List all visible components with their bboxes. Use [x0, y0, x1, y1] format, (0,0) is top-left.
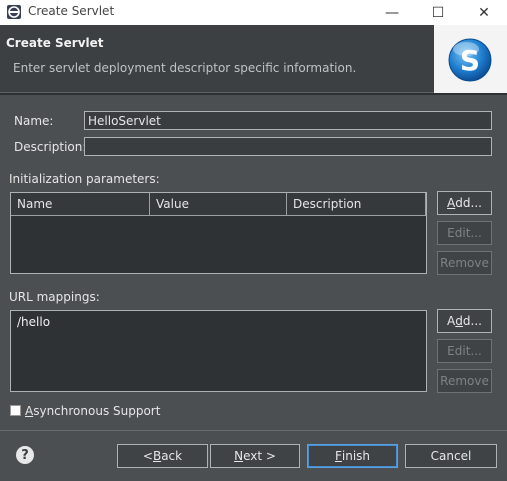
init-params-label: Initialization parameters:: [9, 172, 160, 186]
wizard-banner: Create Servlet Enter servlet deployment …: [0, 25, 507, 95]
help-icon[interactable]: ?: [16, 446, 34, 464]
banner-separator: [0, 93, 507, 95]
url-edit-button[interactable]: Edit...: [437, 339, 492, 363]
init-add-label-post: dd...: [455, 196, 482, 210]
init-params-table[interactable]: Name Value Description: [10, 192, 427, 274]
close-icon: ✕: [478, 4, 490, 21]
init-params-header: Name Value Description: [11, 193, 426, 216]
close-button[interactable]: ✕: [461, 0, 507, 25]
footer-separator: [0, 430, 507, 431]
minimize-button[interactable]: —: [369, 0, 415, 25]
window-title: Create Servlet: [28, 4, 115, 18]
column-header-name[interactable]: Name: [11, 193, 150, 216]
eclipse-app-icon: [7, 5, 21, 19]
async-label-post: synchronous Support: [33, 404, 161, 418]
next-label-post: ext >: [243, 449, 276, 463]
description-label: Description:: [14, 140, 87, 154]
back-label-pre: <: [142, 449, 153, 463]
init-remove-button[interactable]: Remove: [437, 251, 492, 275]
next-mnemonic: N: [234, 449, 244, 463]
init-edit-button[interactable]: Edit...: [437, 221, 492, 245]
description-field[interactable]: [84, 137, 492, 156]
column-header-value[interactable]: Value: [150, 193, 287, 216]
init-add-button[interactable]: Add...: [437, 191, 492, 215]
banner-title: Create Servlet: [6, 36, 104, 50]
back-button[interactable]: < Back: [117, 444, 208, 468]
title-bar: Create Servlet — ☐ ✕: [0, 0, 507, 25]
cancel-button[interactable]: Cancel: [405, 444, 497, 468]
url-add-mnemonic: d: [455, 314, 463, 328]
url-add-label-post: d...: [462, 314, 482, 328]
async-mnemonic: A: [25, 404, 34, 418]
servlet-logo-icon: S: [448, 38, 492, 82]
async-support-checkbox[interactable]: [10, 405, 21, 416]
back-label-post: ack: [161, 449, 183, 463]
async-support-label[interactable]: Asynchronous Support: [25, 404, 160, 418]
back-mnemonic: B: [152, 449, 162, 463]
column-header-description[interactable]: Description: [287, 193, 426, 216]
url-remove-button[interactable]: Remove: [437, 369, 492, 393]
maximize-icon: ☐: [431, 4, 445, 21]
url-add-label-pre: A: [447, 314, 456, 328]
url-add-button[interactable]: Ad d...: [437, 309, 492, 333]
url-mappings-list[interactable]: /hello: [10, 310, 427, 392]
finish-label-post: inish: [341, 449, 371, 463]
minimize-icon: —: [385, 4, 399, 21]
url-mappings-label: URL mappings:: [9, 290, 100, 304]
name-label: Name:: [14, 114, 54, 128]
maximize-button[interactable]: ☐: [415, 0, 461, 25]
finish-button[interactable]: Finish: [307, 444, 398, 468]
list-item[interactable]: /hello: [17, 315, 50, 329]
name-field[interactable]: [84, 111, 492, 130]
init-add-mnemonic: A: [447, 196, 456, 210]
next-button[interactable]: Next >: [210, 444, 300, 468]
logo-letter: S: [460, 44, 480, 77]
banner-description: Enter servlet deployment descriptor spec…: [13, 61, 357, 75]
finish-mnemonic: F: [334, 449, 342, 463]
servlet-logo: S: [434, 25, 507, 93]
